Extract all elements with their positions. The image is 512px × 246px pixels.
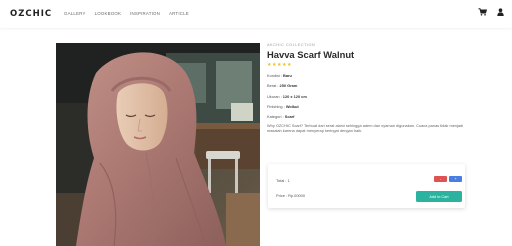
brand-logo[interactable]: OZCHIC (10, 9, 52, 19)
spec-value: 250 Gram (279, 83, 298, 89)
star-icon: ★ (271, 62, 277, 68)
decrease-quantity-button[interactable]: - (434, 176, 447, 182)
cart-icon[interactable] (478, 8, 487, 16)
main-nav: GALLERY LOOKBOOK INSPIRATION ARTICLE (64, 11, 189, 16)
add-to-cart-button[interactable]: Add to Cart (416, 191, 462, 202)
user-icon[interactable] (497, 8, 504, 16)
spec-kondisi: Kondisi : Baru (267, 73, 467, 78)
spec-label: Kategori : (267, 113, 285, 119)
nav-lookbook[interactable]: LOOKBOOK (95, 11, 122, 16)
price-text: Price : Rp.00000 (276, 193, 305, 198)
collection-label: AKCHIC COLLECTION (267, 43, 316, 47)
spec-finishing: Finishing : Wolkut (267, 104, 467, 109)
increase-quantity-button[interactable]: + (449, 176, 462, 182)
plus-icon: + (454, 176, 457, 181)
nav-actions (478, 8, 504, 16)
spec-value: Wolkut (285, 103, 299, 109)
product-description: Why OZCHIC Scarf? Terbuat dari serat ala… (267, 122, 464, 134)
nav-article[interactable]: ARTICLE (169, 11, 189, 16)
spec-label: Finishing : (267, 103, 286, 109)
spec-value: 120 x 120 cm (282, 93, 307, 99)
product-details: AKCHIC COLLECTION Havva Scarf Walnut ★ ★… (267, 43, 467, 134)
spec-berat: Berat : 250 Gram (267, 83, 467, 88)
star-icon: ★ (286, 62, 292, 68)
spec-label: Berat : (267, 83, 280, 89)
star-icon: ★ (276, 62, 282, 68)
total-quantity: Total : 1 (276, 178, 290, 183)
spec-kategori: Kategori : Scarf (267, 114, 467, 119)
product-title: Havva Scarf Walnut (267, 49, 355, 60)
purchase-card: Total : 1 Price : Rp.00000 - + Add to Ca… (268, 164, 465, 208)
nav-gallery[interactable]: GALLERY (64, 11, 86, 16)
spec-ukuran: Ukuran : 120 x 120 cm (267, 94, 467, 99)
spec-label: Ukuran : (267, 93, 283, 99)
spec-value: Baru (283, 73, 292, 79)
spec-value: Scarf (284, 113, 295, 119)
rating-stars: ★ ★ ★ ★ ★ (267, 63, 467, 68)
star-icon: ★ (267, 62, 272, 68)
nav-inspiration[interactable]: INSPIRATION (130, 11, 160, 16)
spec-label: Kondisi : (267, 73, 284, 79)
product-photo (56, 43, 260, 246)
minus-icon: - (439, 176, 442, 181)
star-icon: ★ (281, 62, 287, 68)
top-navbar: OZCHIC GALLERY LOOKBOOK INSPIRATION ARTI… (0, 0, 512, 28)
